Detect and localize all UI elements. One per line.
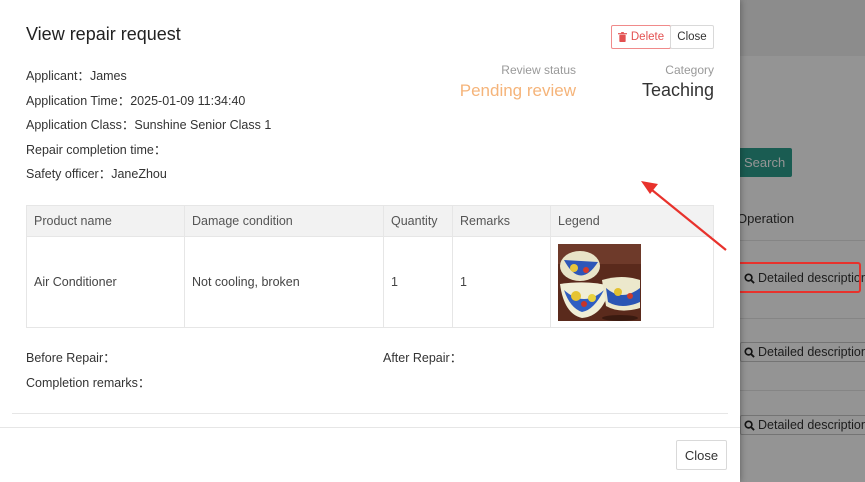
repair-request-modal: View repair request Delete Close Applica… [0,0,740,482]
cell-remarks: 1 [452,236,551,328]
field-value: Sunshine Senior Class 1 [134,118,272,132]
repair-completion-time-field: Repair completion time： [26,139,166,158]
column-header-remarks: Remarks [452,205,551,237]
delete-label: Delete [630,31,665,43]
before-repair-label: Before Repair： [26,351,116,365]
column-header-quantity: Quantity [383,205,453,237]
field-label: Applicant： [26,69,90,83]
category-value: Teaching [641,80,714,100]
review-status-label: Review status [501,63,576,77]
cell-legend [550,236,714,328]
field-value: JaneZhou [111,167,167,181]
annotation-highlight-box [737,262,861,293]
table-row: Air Conditioner Not cooling, broken 1 1 [26,236,714,328]
trash-icon [617,32,627,42]
after-repair-label: After Repair： [383,351,463,365]
field-label: Safety officer： [26,167,112,181]
table-header-row: Product name Damage condition Quantity R… [26,205,714,237]
modal-title: View repair request [26,24,181,44]
category-label: Category [665,63,714,77]
close-button-bottom[interactable]: Close [676,440,727,470]
field-label: Application Time： [26,94,131,108]
delete-button[interactable]: Delete [611,25,671,49]
safety-officer-field: Safety officer：JaneZhou [26,163,167,182]
field-label: Repair completion time： [26,143,167,157]
footer-divider [0,427,740,428]
field-label: Application Class： [26,118,135,132]
review-status-value: Pending review [459,81,576,100]
cell-damage-condition: Not cooling, broken [184,236,384,328]
cell-product-name: Air Conditioner [26,236,185,328]
application-time-field: Application Time：2025-01-09 11:34:40 [26,90,245,109]
field-value: James [89,69,127,83]
divider [12,413,728,414]
legend-photo[interactable] [558,243,641,321]
column-header-damage-condition: Damage condition [184,205,384,237]
applicant-field: Applicant：James [26,65,127,84]
application-class-field: Application Class：Sunshine Senior Class … [26,114,271,133]
cell-quantity: 1 [383,236,453,328]
completion-remarks-label: Completion remarks： [26,376,151,390]
close-button-top[interactable]: Close [670,25,714,49]
field-value: 2025-01-09 11:34:40 [130,94,246,108]
column-header-legend: Legend [550,205,714,237]
column-header-product-name: Product name [26,205,185,237]
repair-items-table: Product name Damage condition Quantity R… [26,205,714,328]
